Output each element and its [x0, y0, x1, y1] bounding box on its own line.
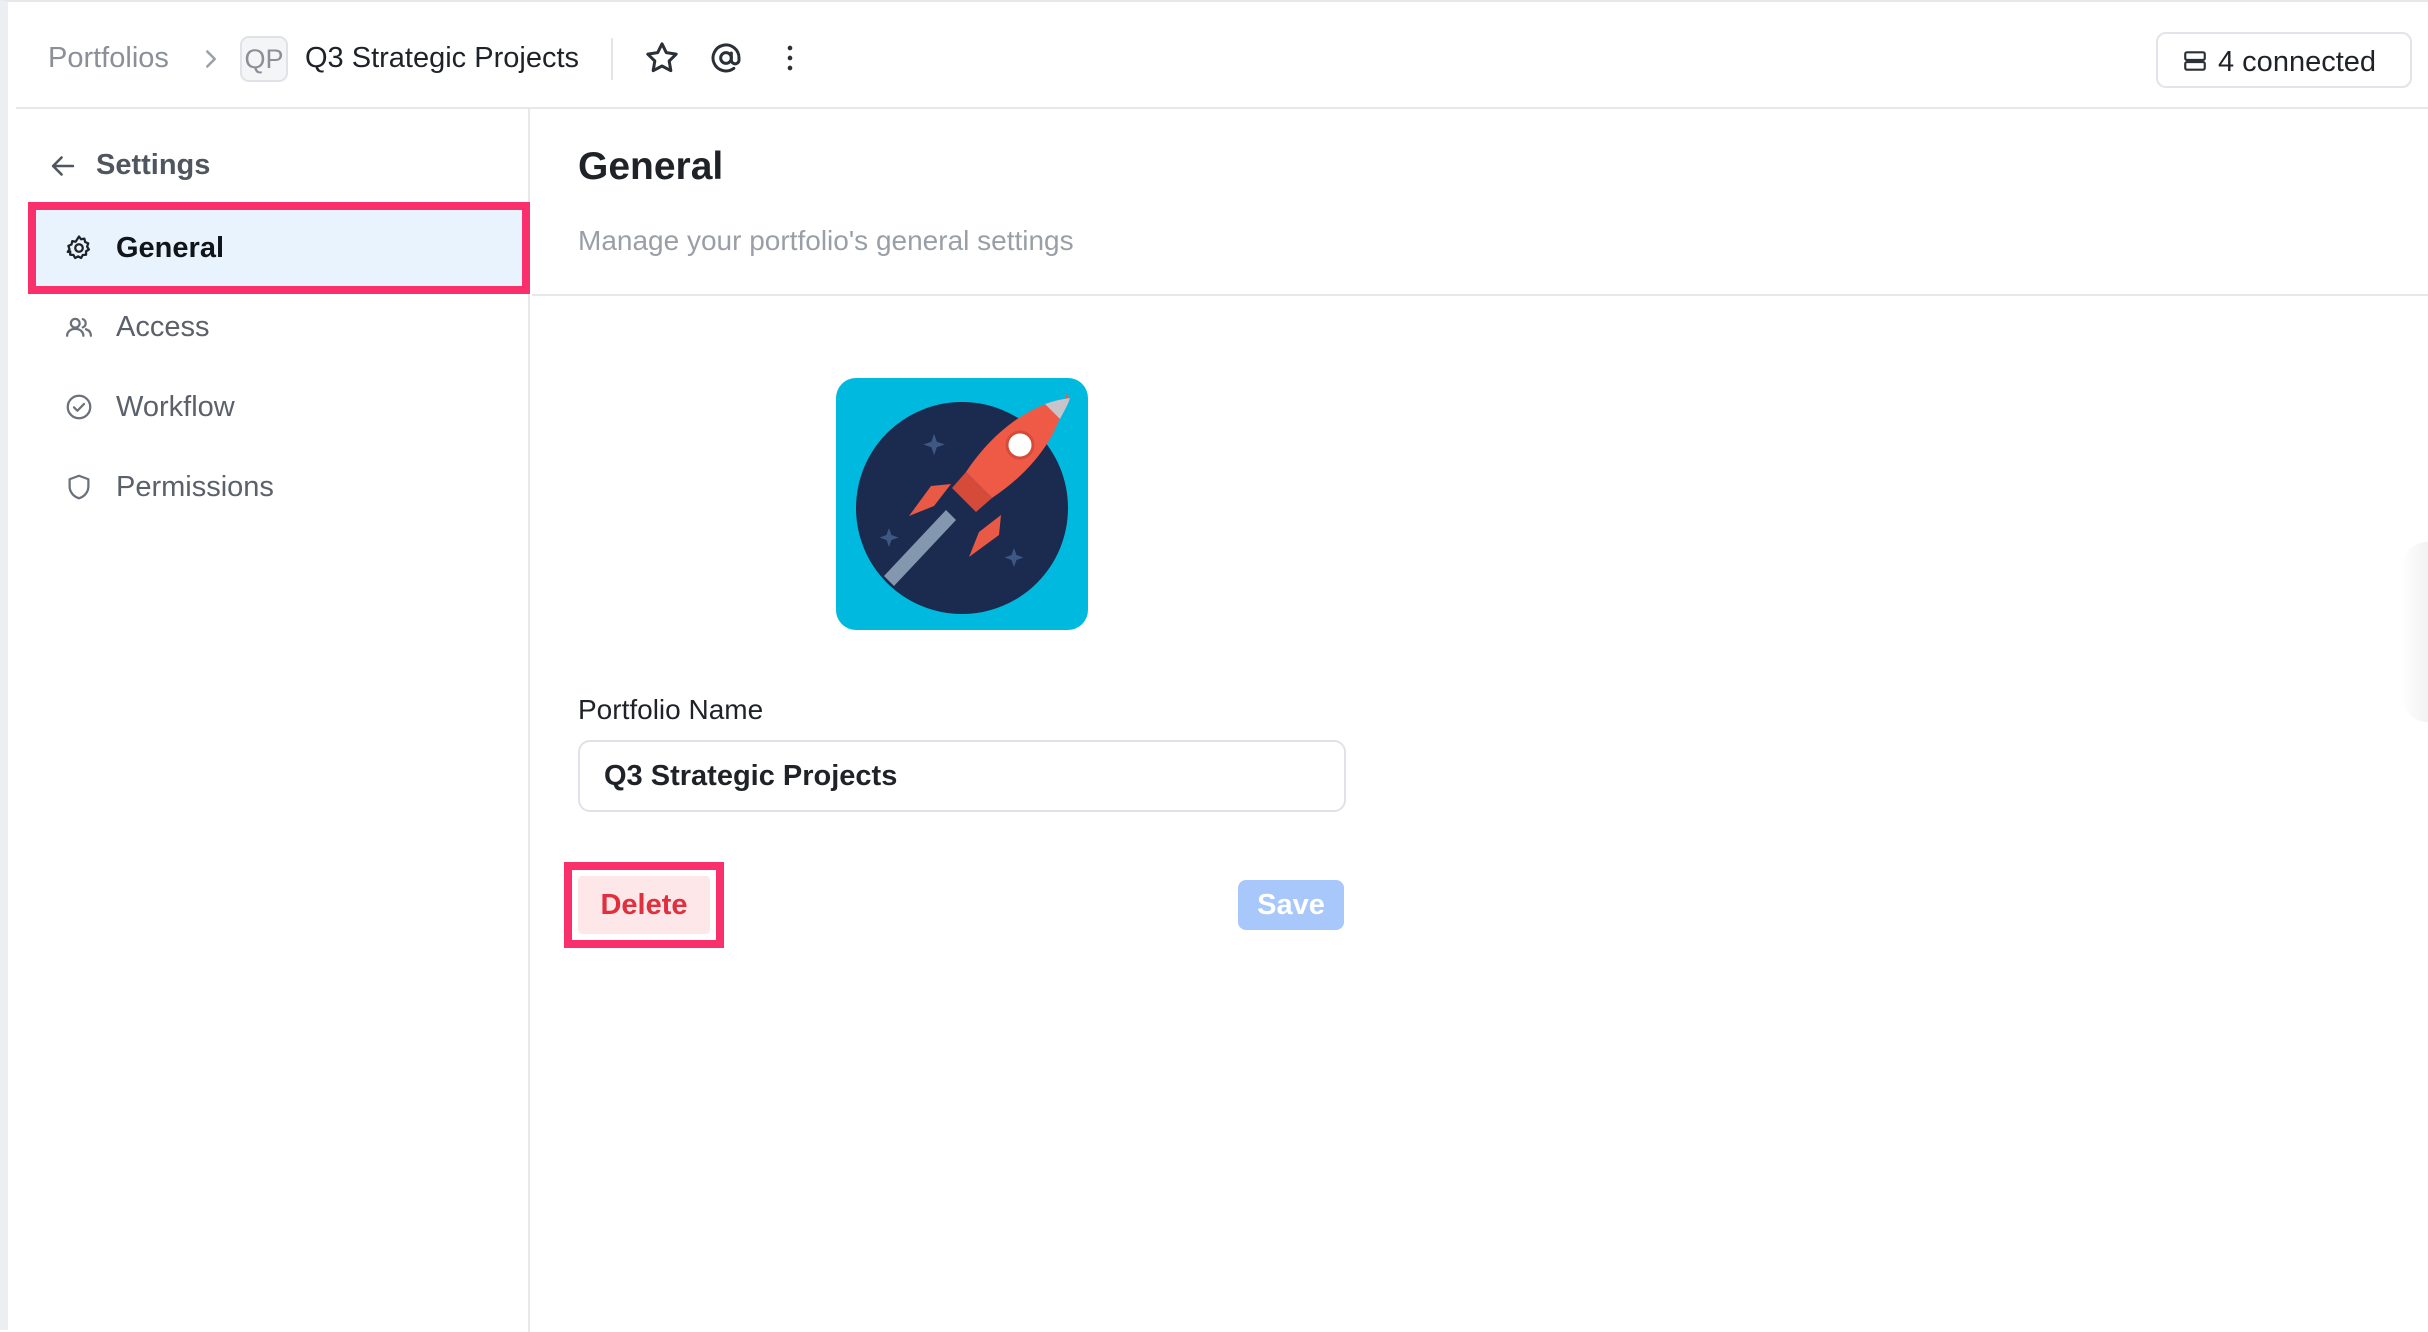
check-circle-icon — [66, 394, 92, 420]
sidebar-item-permissions[interactable]: Permissions — [36, 449, 522, 525]
delete-button[interactable]: Delete — [564, 862, 724, 948]
page-title: General — [578, 145, 724, 188]
shield-icon — [68, 474, 90, 500]
portfolio-avatar[interactable] — [836, 378, 1088, 630]
more-vertical-icon — [787, 45, 793, 71]
favorite-button[interactable] — [642, 38, 682, 78]
sidebar-item-label: Access — [116, 311, 210, 343]
sidebar-item-general[interactable]: General — [28, 202, 530, 294]
portfolio-name-input[interactable] — [578, 740, 1346, 812]
arrow-left-icon — [51, 156, 75, 176]
portfolio-name-label: Portfolio Name — [578, 694, 764, 725]
connected-label: 4 connected — [2218, 46, 2377, 78]
save-button[interactable]: Save — [1238, 880, 1344, 930]
edge-shadow — [2400, 542, 2428, 722]
at-sign-icon — [711, 43, 741, 73]
star-icon — [646, 42, 678, 73]
app-window: Portfolios QP Q3 Strategic Projects 4 co… — [0, 0, 2428, 1332]
chevron-right-icon — [206, 50, 216, 68]
divider — [611, 38, 613, 80]
delete-button-label: Delete — [578, 876, 710, 934]
page-subtitle: Manage your portfolio's general settings — [578, 225, 1074, 256]
portfolio-badge: QP — [240, 36, 288, 82]
sidebar-item-label: Permissions — [116, 471, 274, 503]
more-options-button[interactable] — [770, 38, 810, 78]
sidebar-item-access[interactable]: Access — [36, 289, 522, 365]
users-icon — [66, 317, 92, 337]
settings-label: Settings — [96, 149, 211, 181]
sidebar-item-label: General — [116, 232, 224, 264]
settings-sidebar: Settings General Access Workflow Permiss… — [16, 109, 530, 1332]
rocket-icon — [856, 394, 1070, 614]
main-header: General Manage your portfolio's general … — [532, 109, 2428, 296]
top-bar: Portfolios QP Q3 Strategic Projects 4 co… — [16, 4, 2428, 109]
sidebar-item-workflow[interactable]: Workflow — [36, 369, 522, 445]
breadcrumb-current: Q3 Strategic Projects — [305, 42, 579, 74]
connected-button[interactable]: 4 connected — [2156, 32, 2412, 88]
gear-icon — [66, 235, 90, 260]
mention-button[interactable] — [706, 38, 746, 78]
server-icon — [2184, 51, 2206, 71]
sidebar-item-label: Workflow — [116, 391, 235, 423]
breadcrumb-portfolios[interactable]: Portfolios — [48, 42, 169, 75]
